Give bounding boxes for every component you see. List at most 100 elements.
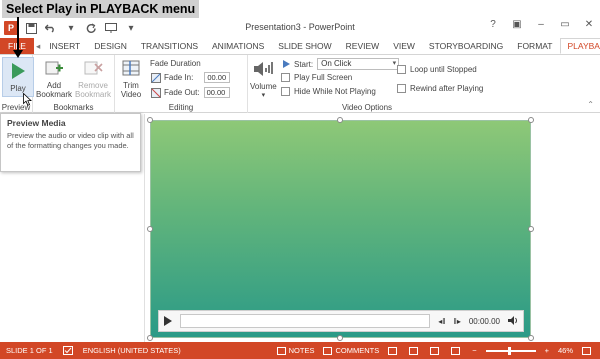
- minimize-icon[interactable]: –: [534, 19, 548, 30]
- resize-handle-bottom[interactable]: [337, 335, 343, 341]
- step-back-icon[interactable]: ◂‖: [438, 317, 445, 326]
- volume-button[interactable]: Volume ▾: [250, 58, 277, 100]
- remove-bookmark-button[interactable]: Remove Bookmark: [75, 57, 111, 99]
- media-progress-bar[interactable]: [180, 314, 431, 328]
- tab-insert[interactable]: INSERT: [42, 38, 87, 54]
- hide-while-not-playing-checkbox[interactable]: [281, 87, 290, 96]
- spelling-icon[interactable]: [62, 346, 73, 355]
- zoom-level[interactable]: 46%: [558, 346, 573, 355]
- play-full-screen-row[interactable]: Play Full Screen: [281, 73, 352, 82]
- tab-playback[interactable]: PLAYBACK: [559, 38, 600, 54]
- tab-transitions[interactable]: TRANSITIONS: [134, 38, 205, 54]
- add-bookmark-button[interactable]: Add Bookmark: [36, 57, 72, 99]
- resize-handle-bottom-left[interactable]: [147, 335, 153, 341]
- media-time: 00:00.00: [468, 316, 500, 326]
- media-play-icon[interactable]: [164, 316, 172, 326]
- start-select[interactable]: On Click ▾: [317, 58, 400, 70]
- comments-label: COMMENTS: [335, 346, 380, 355]
- fade-out-label: Fade Out:: [164, 88, 200, 97]
- start-select-value: On Click: [321, 59, 352, 68]
- slide-show-view-icon[interactable]: [451, 346, 461, 355]
- normal-view-icon[interactable]: [388, 346, 398, 355]
- zoom-out-button[interactable]: −: [472, 346, 476, 355]
- tab-scroll-left-icon[interactable]: ◂: [34, 38, 42, 54]
- zoom-slider-thumb[interactable]: [507, 346, 511, 355]
- add-bookmark-label-2: Bookmark: [36, 90, 73, 99]
- rewind-after-playing-checkbox[interactable]: [397, 84, 406, 93]
- collapse-ribbon-icon[interactable]: ⌃: [587, 100, 594, 109]
- fade-duration-label: Fade Duration: [150, 59, 201, 68]
- play-button-label: Play: [10, 84, 26, 93]
- tab-slide-show[interactable]: SLIDE SHOW: [271, 38, 338, 54]
- trim-video-button[interactable]: Trim Video: [120, 57, 142, 99]
- fit-slide-icon[interactable]: [582, 346, 591, 355]
- annotation-arrow-icon: [13, 50, 23, 58]
- tab-view[interactable]: VIEW: [386, 38, 422, 54]
- group-video-options: Volume ▾ Start: On Click ▾ Play Full Scr…: [248, 55, 486, 113]
- fade-in-input[interactable]: 00.00: [204, 72, 231, 83]
- play-icon: [7, 60, 29, 82]
- tab-format[interactable]: FORMAT: [510, 38, 559, 54]
- ribbon-tabs: FILE ◂ INSERT DESIGN TRANSITIONS ANIMATI…: [0, 38, 600, 54]
- rewind-after-playing-row[interactable]: Rewind after Playing: [397, 84, 483, 93]
- start-icon: [283, 60, 290, 68]
- comments-button[interactable]: COMMENTS: [323, 346, 379, 355]
- volume-dropdown-icon: ▾: [261, 92, 266, 99]
- close-icon[interactable]: ✕: [582, 19, 596, 30]
- group-bookmarks: Add Bookmark Remove Bookmark Bookmarks: [33, 55, 115, 113]
- slide-sorter-icon[interactable]: [409, 346, 419, 355]
- add-bookmark-icon: [43, 57, 65, 79]
- resize-handle-right[interactable]: [528, 226, 534, 232]
- zoom-slider[interactable]: [485, 346, 536, 355]
- media-controls: ◂‖ ‖▸ 00:00.00: [158, 310, 524, 332]
- reading-view-icon[interactable]: [430, 346, 440, 355]
- play-full-screen-checkbox[interactable]: [281, 73, 290, 82]
- tab-review[interactable]: REVIEW: [339, 38, 387, 54]
- resize-handle-top[interactable]: [337, 117, 343, 123]
- instruction-banner: Select Play in PLAYBACK menu: [2, 0, 200, 18]
- rewind-after-playing-label: Rewind after Playing: [410, 84, 484, 93]
- remove-bookmark-icon: [82, 57, 104, 79]
- group-label-editing: Editing: [168, 103, 194, 112]
- resize-handle-top-right[interactable]: [528, 117, 534, 123]
- add-bookmark-label-1: Add: [46, 81, 62, 90]
- fade-out-row: Fade Out: 00.00: [151, 87, 230, 98]
- hide-while-not-playing-label: Hide While Not Playing: [294, 87, 376, 96]
- slide-indicator: SLIDE 1 OF 1: [6, 346, 53, 355]
- restore-icon[interactable]: ▭: [558, 19, 572, 30]
- resize-handle-top-left[interactable]: [147, 117, 153, 123]
- loop-until-stopped-row[interactable]: Loop until Stopped: [397, 65, 477, 74]
- annotation-arrow-line: [17, 17, 19, 51]
- media-volume-icon[interactable]: [508, 315, 518, 327]
- comments-icon: [323, 346, 333, 355]
- fade-in-label: Fade In:: [164, 73, 194, 82]
- play-button[interactable]: Play: [2, 57, 34, 97]
- zoom-in-button[interactable]: +: [545, 346, 549, 355]
- resize-handle-bottom-right[interactable]: [528, 335, 534, 341]
- step-forward-icon[interactable]: ‖▸: [454, 317, 461, 326]
- loop-until-stopped-checkbox[interactable]: [397, 65, 406, 74]
- group-editing: Trim Video Fade Duration Fade In: 00.00 …: [115, 55, 248, 113]
- tab-storyboarding[interactable]: STORYBOARDING: [422, 38, 510, 54]
- volume-icon: [252, 58, 274, 80]
- status-bar: SLIDE 1 OF 1 ENGLISH (UNITED STATES) NOT…: [0, 342, 600, 359]
- help-icon[interactable]: ?: [486, 19, 500, 30]
- fade-in-row: Fade In: 00.00: [151, 72, 231, 83]
- trim-video-label-1: Trim: [123, 81, 139, 90]
- window-controls: ? ▣ – ▭ ✕: [486, 19, 596, 30]
- fade-out-input[interactable]: 00.00: [203, 87, 230, 98]
- language-indicator[interactable]: ENGLISH (UNITED STATES): [83, 346, 181, 355]
- group-label-video-options: Video Options: [341, 103, 393, 112]
- notes-button[interactable]: NOTES: [276, 346, 314, 355]
- ribbon-display-icon[interactable]: ▣: [510, 19, 524, 30]
- resize-handle-left[interactable]: [147, 226, 153, 232]
- hide-while-not-playing-row[interactable]: Hide While Not Playing: [281, 87, 376, 96]
- volume-label: Volume: [250, 82, 277, 91]
- tab-animations[interactable]: ANIMATIONS: [205, 38, 271, 54]
- notes-icon: [276, 346, 286, 355]
- start-row: Start: On Click ▾: [281, 58, 400, 70]
- play-full-screen-label: Play Full Screen: [294, 73, 353, 82]
- group-label-bookmarks: Bookmarks: [53, 103, 94, 112]
- video-object[interactable]: [150, 120, 531, 338]
- tab-design[interactable]: DESIGN: [87, 38, 134, 54]
